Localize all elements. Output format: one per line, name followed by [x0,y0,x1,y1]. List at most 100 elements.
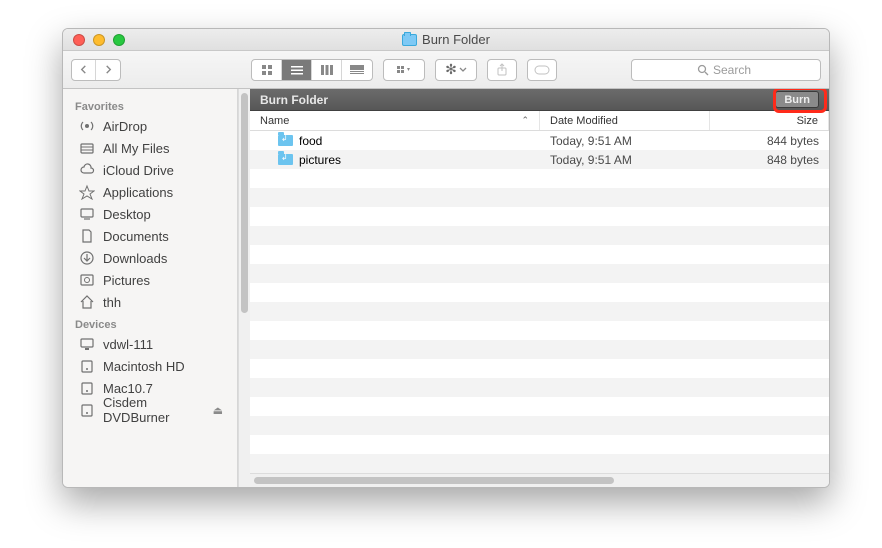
titlebar: Burn Folder [63,29,829,51]
table-row [250,169,829,188]
file-list[interactable]: food Today, 9:51 AM844 bytes pictures Today… [250,131,829,473]
table-row [250,283,829,302]
column-headers: Name ⌃ Date Modified Size [250,111,829,131]
sidebar-item-label: All My Files [103,141,169,156]
window-title: Burn Folder [63,32,829,47]
share-button[interactable] [487,59,517,81]
hscroll-thumb[interactable] [254,477,614,484]
sidebar-item-label: Applications [103,185,173,200]
search-icon [697,64,709,76]
gear-icon: ✻ [445,61,457,78]
file-name: food [299,134,322,148]
table-row [250,435,829,454]
sidebar-item-desktop[interactable]: Desktop [63,203,237,225]
desktop-icon [79,206,95,222]
table-row [250,207,829,226]
zoom-window-button[interactable] [113,34,125,46]
file-size: 844 bytes [710,134,829,148]
sidebar-heading: Favorites [63,95,237,115]
burn-button[interactable]: Burn [775,91,819,108]
table-row [250,359,829,378]
list-view-button[interactable] [282,60,312,80]
sort-indicator-icon: ⌃ [521,115,529,126]
sidebar-item-vdwl-111[interactable]: vdwl-111 [63,333,237,355]
sidebar-item-pictures[interactable]: Pictures [63,269,237,291]
sidebar-item-downloads[interactable]: Downloads [63,247,237,269]
tags-button[interactable] [527,59,557,81]
file-date: Today, 9:51 AM [540,134,710,148]
sidebar-item-thh[interactable]: thh [63,291,237,313]
sidebar[interactable]: Favorites AirDrop All My Files iCloud Drive… [63,89,238,487]
back-button[interactable] [72,60,96,80]
location-label: Burn Folder [260,93,328,107]
disk-icon [79,402,95,418]
search-placeholder: Search [713,63,751,77]
folder-alias-icon [278,135,293,146]
table-row[interactable]: food Today, 9:51 AM844 bytes [250,131,829,150]
window-body: Favorites AirDrop All My Files iCloud Drive… [63,89,829,487]
window-title-text: Burn Folder [422,32,490,47]
sidebar-item-all-my-files[interactable]: All My Files [63,137,237,159]
sidebar-scroll-thumb[interactable] [241,93,248,313]
apps-icon [79,184,95,200]
table-row [250,340,829,359]
icon-view-button[interactable] [252,60,282,80]
sidebar-item-label: vdwl-111 [103,337,153,352]
file-name: pictures [299,153,341,167]
machine-icon [79,336,95,352]
horizontal-scrollbar[interactable] [250,473,829,487]
forward-button[interactable] [96,60,120,80]
sidebar-item-documents[interactable]: Documents [63,225,237,247]
sidebar-item-label: thh [103,295,121,310]
sidebar-item-airdrop[interactable]: AirDrop [63,115,237,137]
burn-folder-bar: Burn Folder Burn [250,89,829,111]
table-row [250,378,829,397]
downloads-icon [79,250,95,266]
sidebar-item-label: Downloads [103,251,167,266]
table-row [250,321,829,340]
sidebar-item-label: iCloud Drive [103,163,174,178]
action-dropdown[interactable]: ✻ [435,59,477,81]
search-field[interactable]: Search [631,59,821,81]
column-view-button[interactable] [312,60,342,80]
arrange-dropdown[interactable] [383,59,425,81]
close-window-button[interactable] [73,34,85,46]
table-row [250,264,829,283]
docs-icon [79,228,95,244]
file-size: 848 bytes [710,153,829,167]
sidebar-item-label: Cisdem DVDBurner [103,395,205,425]
table-row [250,226,829,245]
sidebar-item-icloud-drive[interactable]: iCloud Drive [63,159,237,181]
sidebar-item-macintosh-hd[interactable]: Macintosh HD [63,355,237,377]
sidebar-item-applications[interactable]: Applications [63,181,237,203]
content-area: Burn Folder Burn Name ⌃ Date Modified Si… [250,89,829,487]
eject-icon[interactable]: ⏏ [213,404,229,417]
window-controls [63,34,125,46]
table-row[interactable]: pictures Today, 9:51 AM848 bytes [250,150,829,169]
column-date[interactable]: Date Modified [540,111,710,130]
cloud-icon [79,162,95,178]
sidebar-item-label: AirDrop [103,119,147,134]
disk-icon [79,358,95,374]
table-row [250,188,829,207]
sidebar-scrollbar[interactable] [238,89,250,487]
column-name[interactable]: Name ⌃ [250,111,540,130]
minimize-window-button[interactable] [93,34,105,46]
allfiles-icon [79,140,95,156]
burn-folder-icon [402,34,417,46]
sidebar-item-label: Desktop [103,207,151,222]
file-date: Today, 9:51 AM [540,153,710,167]
home-icon [79,294,95,310]
sidebar-item-label: Pictures [103,273,150,288]
sidebar-item-cisdem-dvdburner[interactable]: Cisdem DVDBurner⏏ [63,399,237,421]
airdrop-icon [79,118,95,134]
view-mode-segment [251,59,373,81]
table-row [250,397,829,416]
sidebar-heading: Devices [63,313,237,333]
sidebar-item-label: Mac10.7 [103,381,153,396]
coverflow-view-button[interactable] [342,60,372,80]
table-row [250,416,829,435]
pictures-icon [79,272,95,288]
sidebar-item-label: Documents [103,229,169,244]
column-size[interactable]: Size [710,111,829,130]
